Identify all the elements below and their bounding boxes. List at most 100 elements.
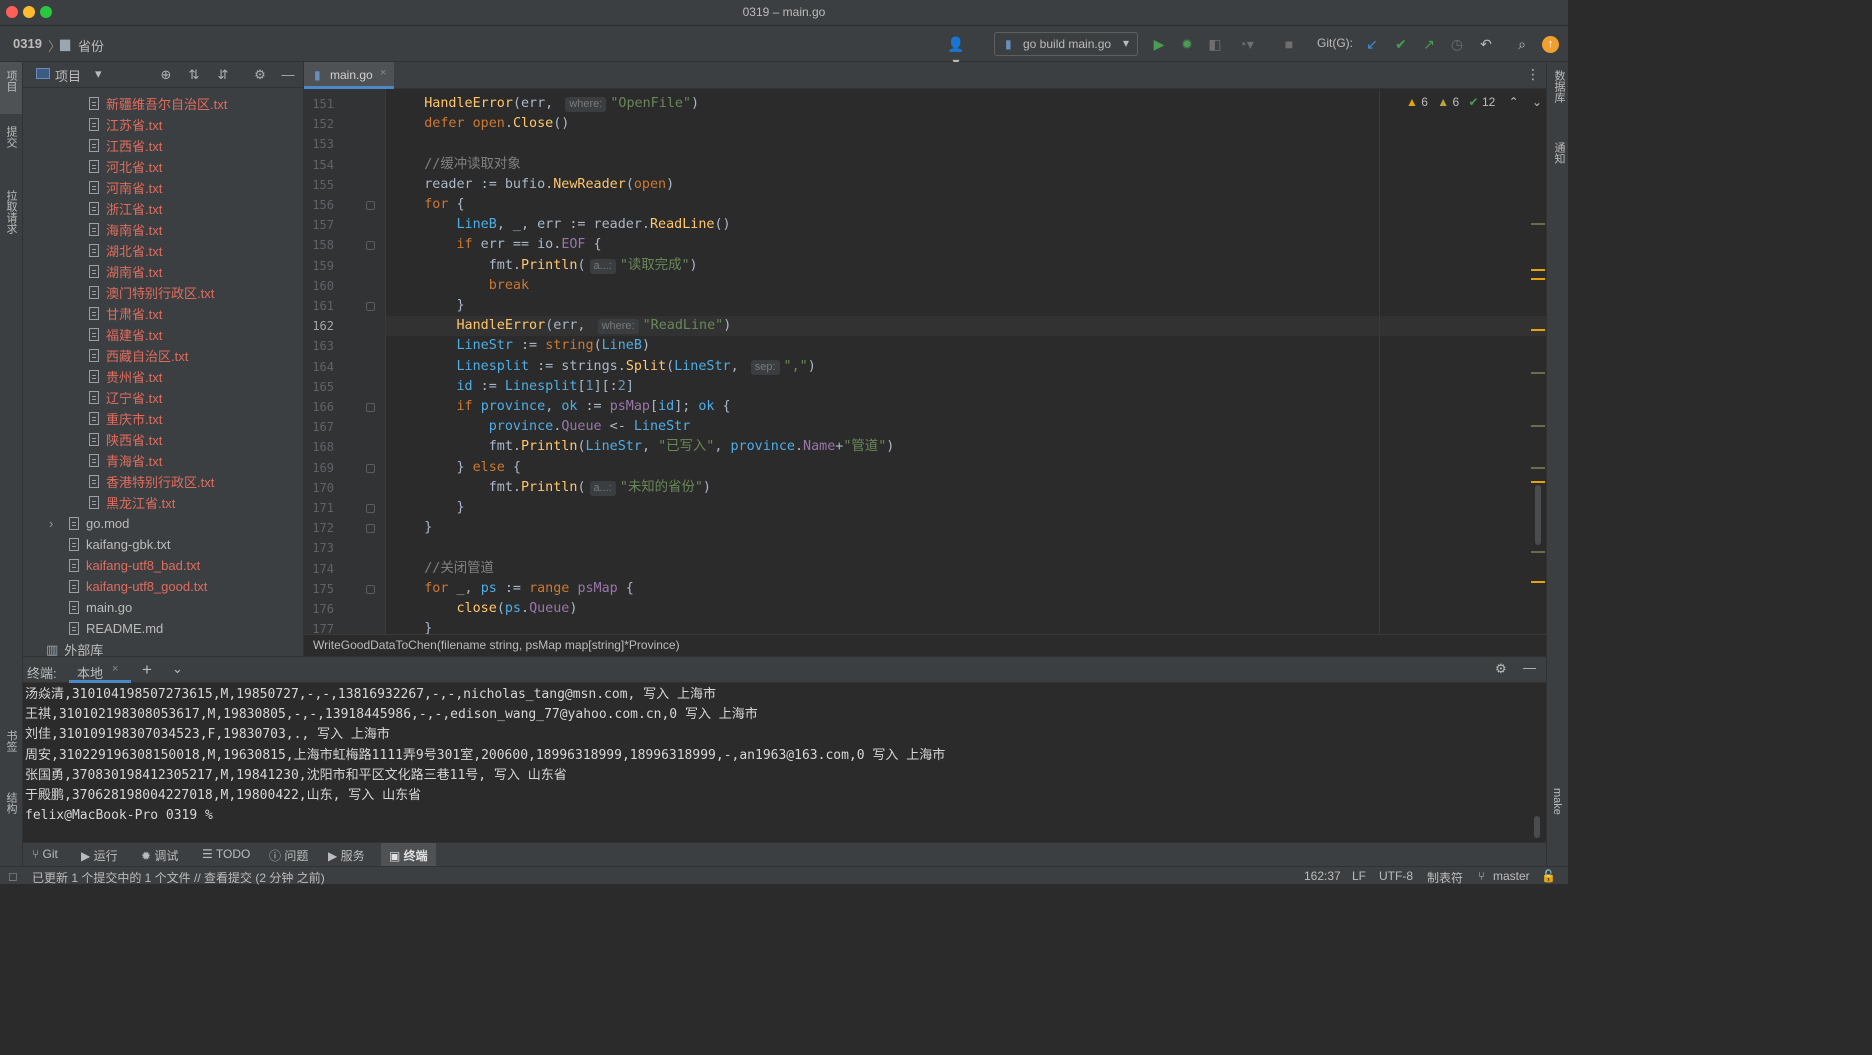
left-tab-structure[interactable]: 结构 [3, 792, 19, 814]
debug-icon[interactable]: ✹ [1177, 35, 1197, 53]
chevron-down-icon[interactable]: ▾ [95, 66, 102, 82]
tree-item[interactable]: 澳门特别行政区.txt [89, 282, 214, 303]
add-terminal-icon[interactable]: + [142, 660, 152, 680]
tree-item[interactable]: ⌄▥外部库 [32, 639, 103, 657]
more-options-icon[interactable]: ⋮ [1526, 66, 1540, 83]
tree-item[interactable]: 新疆维吾尔自治区.txt [89, 93, 227, 114]
tree-item[interactable]: kaifang-utf8_bad.txt [69, 555, 200, 576]
fold-marker-icon[interactable] [366, 504, 375, 513]
caret-position[interactable]: 162:37 [1304, 869, 1341, 883]
toolwindow-debug[interactable]: ✹ 调试 [141, 847, 178, 864]
tree-item[interactable]: 辽宁省.txt [89, 387, 162, 408]
toolwindow-services[interactable]: ▶ 服务 [328, 847, 365, 864]
toolwindow-todo[interactable]: ☰ TODO [202, 847, 250, 861]
tree-item[interactable]: 河南省.txt [89, 177, 162, 198]
right-tab-make[interactable]: make [1551, 788, 1563, 815]
hide-panel-icon[interactable]: — [1523, 660, 1536, 675]
rollback-icon[interactable]: ↶ [1476, 35, 1496, 53]
profile-icon[interactable]: ◔▾ [1236, 35, 1256, 53]
tree-item[interactable]: 黑龙江省.txt [89, 492, 175, 513]
collapse-all-icon[interactable]: ⇵ [214, 66, 232, 84]
fold-marker-icon[interactable] [366, 241, 375, 251]
tree-item[interactable]: 河北省.txt [89, 156, 162, 177]
chevron-down-icon[interactable]: ⌄ [1532, 95, 1542, 109]
right-tab-notifications[interactable]: 通知 [1551, 142, 1567, 164]
editor-breadcrumb[interactable]: WriteGoodDataToChen(filename string, psM… [304, 634, 1546, 656]
tree-item[interactable]: 重庆市.txt [89, 408, 162, 429]
toolwindow-terminal[interactable]: ▣ 终端 [381, 843, 436, 866]
user-icon[interactable]: 👤▾ [946, 35, 966, 70]
terminal-scrollbar[interactable] [1534, 816, 1540, 838]
fold-marker-icon[interactable] [366, 463, 375, 473]
chevron-right-icon[interactable]: › [49, 516, 53, 531]
left-tab-pull-requests[interactable]: 拉取请求 [3, 190, 19, 234]
tree-item[interactable]: 青海省.txt [89, 450, 162, 471]
tree-item-label: 浙江省.txt [106, 202, 163, 217]
tree-item[interactable]: 江苏省.txt [89, 114, 162, 135]
editor-scrollbar[interactable] [1535, 485, 1541, 545]
code-editor[interactable]: ▲ 6 ▲ 6 ✔ 12 ⌃ ⌄ HandleError(err, where:… [386, 89, 1546, 634]
chevron-up-icon[interactable]: ⌃ [1509, 95, 1519, 109]
stop-icon[interactable]: ■ [1279, 35, 1299, 53]
run-icon[interactable]: ▶ [1149, 35, 1169, 53]
terminal-tab-local[interactable]: 本地 × [69, 657, 131, 683]
git-commit-icon[interactable]: ✔ [1391, 35, 1411, 53]
breadcrumb-folder[interactable]: 省份 [78, 36, 104, 55]
toolwindow-run[interactable]: ▶ 运行 [81, 847, 118, 864]
panel-toggle-icon[interactable]: ◻ [8, 869, 18, 883]
tree-item[interactable]: 浙江省.txt [89, 198, 162, 219]
breadcrumb-project[interactable]: 0319 [13, 36, 42, 51]
tree-item[interactable]: kaifang-gbk.txt [69, 534, 171, 555]
tree-item[interactable]: 香港特别行政区.txt [89, 471, 214, 492]
status-message[interactable]: 已更新 1 个提交中的 1 个文件 // 查看提交 (2 分钟 之前) [32, 869, 325, 886]
left-tab-commit[interactable]: 提交 [3, 126, 19, 148]
search-icon[interactable]: ⌕ [1512, 35, 1532, 53]
locate-icon[interactable]: ⊕ [157, 66, 175, 84]
fold-marker-icon[interactable] [366, 201, 375, 210]
tree-item[interactable]: 西藏自治区.txt [89, 345, 188, 366]
tree-item[interactable]: 江西省.txt [89, 135, 162, 156]
git-update-icon[interactable]: ↙ [1362, 35, 1382, 53]
tree-item[interactable]: 湖北省.txt [89, 240, 162, 261]
gear-icon[interactable]: ⚙ [1495, 661, 1507, 677]
update-icon[interactable]: ↑ [1542, 36, 1559, 53]
terminal-output[interactable]: 汤焱清,310104198507273615,M,19850727,-,-,13… [23, 683, 1546, 840]
tab-main-go[interactable]: ▮ main.go × [304, 62, 394, 89]
lock-icon[interactable]: 🔓 [1541, 869, 1556, 883]
inspection-widget[interactable]: ▲ 6 ▲ 6 ✔ 12 ⌃ ⌄ [1406, 95, 1542, 109]
tree-item[interactable]: kaifang-utf8_good.txt [69, 576, 207, 597]
indent-setting[interactable]: 制表符 [1427, 869, 1463, 886]
tree-item[interactable]: 海南省.txt [89, 219, 162, 240]
git-push-icon[interactable]: ↗ [1419, 35, 1439, 53]
left-tab-project[interactable]: 项目 [3, 70, 19, 92]
file-encoding[interactable]: UTF-8 [1379, 869, 1413, 883]
line-separator[interactable]: LF [1352, 869, 1366, 883]
gear-icon[interactable]: ⚙ [251, 66, 269, 84]
tree-item[interactable]: 陕西省.txt [89, 429, 162, 450]
toolwindow-problems[interactable]: ⓘ 问题 [269, 847, 308, 864]
left-tab-bookmarks[interactable]: 书签 [3, 730, 19, 752]
hide-panel-icon[interactable]: — [279, 66, 297, 84]
fold-marker-icon[interactable] [366, 403, 375, 412]
tree-item[interactable]: README.md [69, 618, 163, 639]
chevron-down-icon[interactable]: ⌄ [172, 661, 183, 677]
fold-marker-icon[interactable] [366, 302, 375, 311]
close-icon[interactable]: × [112, 663, 118, 675]
fold-marker-icon[interactable] [366, 524, 375, 534]
close-icon[interactable]: × [380, 67, 386, 79]
history-icon[interactable]: ◷ [1447, 35, 1467, 53]
tree-item[interactable]: main.go [69, 597, 132, 618]
fold-marker-icon[interactable] [366, 584, 375, 594]
tree-item[interactable]: 贵州省.txt [89, 366, 162, 387]
coverage-icon[interactable]: ◧ [1205, 35, 1225, 53]
project-panel-title[interactable]: 项目 [55, 66, 81, 85]
git-branch[interactable]: master [1493, 869, 1530, 883]
tree-item[interactable]: 甘肃省.txt [89, 303, 162, 324]
tree-item[interactable]: 福建省.txt [89, 324, 162, 345]
tree-item[interactable]: › go.mod [49, 513, 129, 534]
expand-all-icon[interactable]: ⇅ [185, 66, 203, 84]
run-configuration-select[interactable]: ▮ go build main.go ▾ [994, 32, 1138, 56]
toolwindow-git[interactable]: ⑂ Git [32, 847, 58, 861]
right-tab-database[interactable]: 数据库 [1551, 70, 1567, 103]
tree-item[interactable]: 湖南省.txt [89, 261, 162, 282]
